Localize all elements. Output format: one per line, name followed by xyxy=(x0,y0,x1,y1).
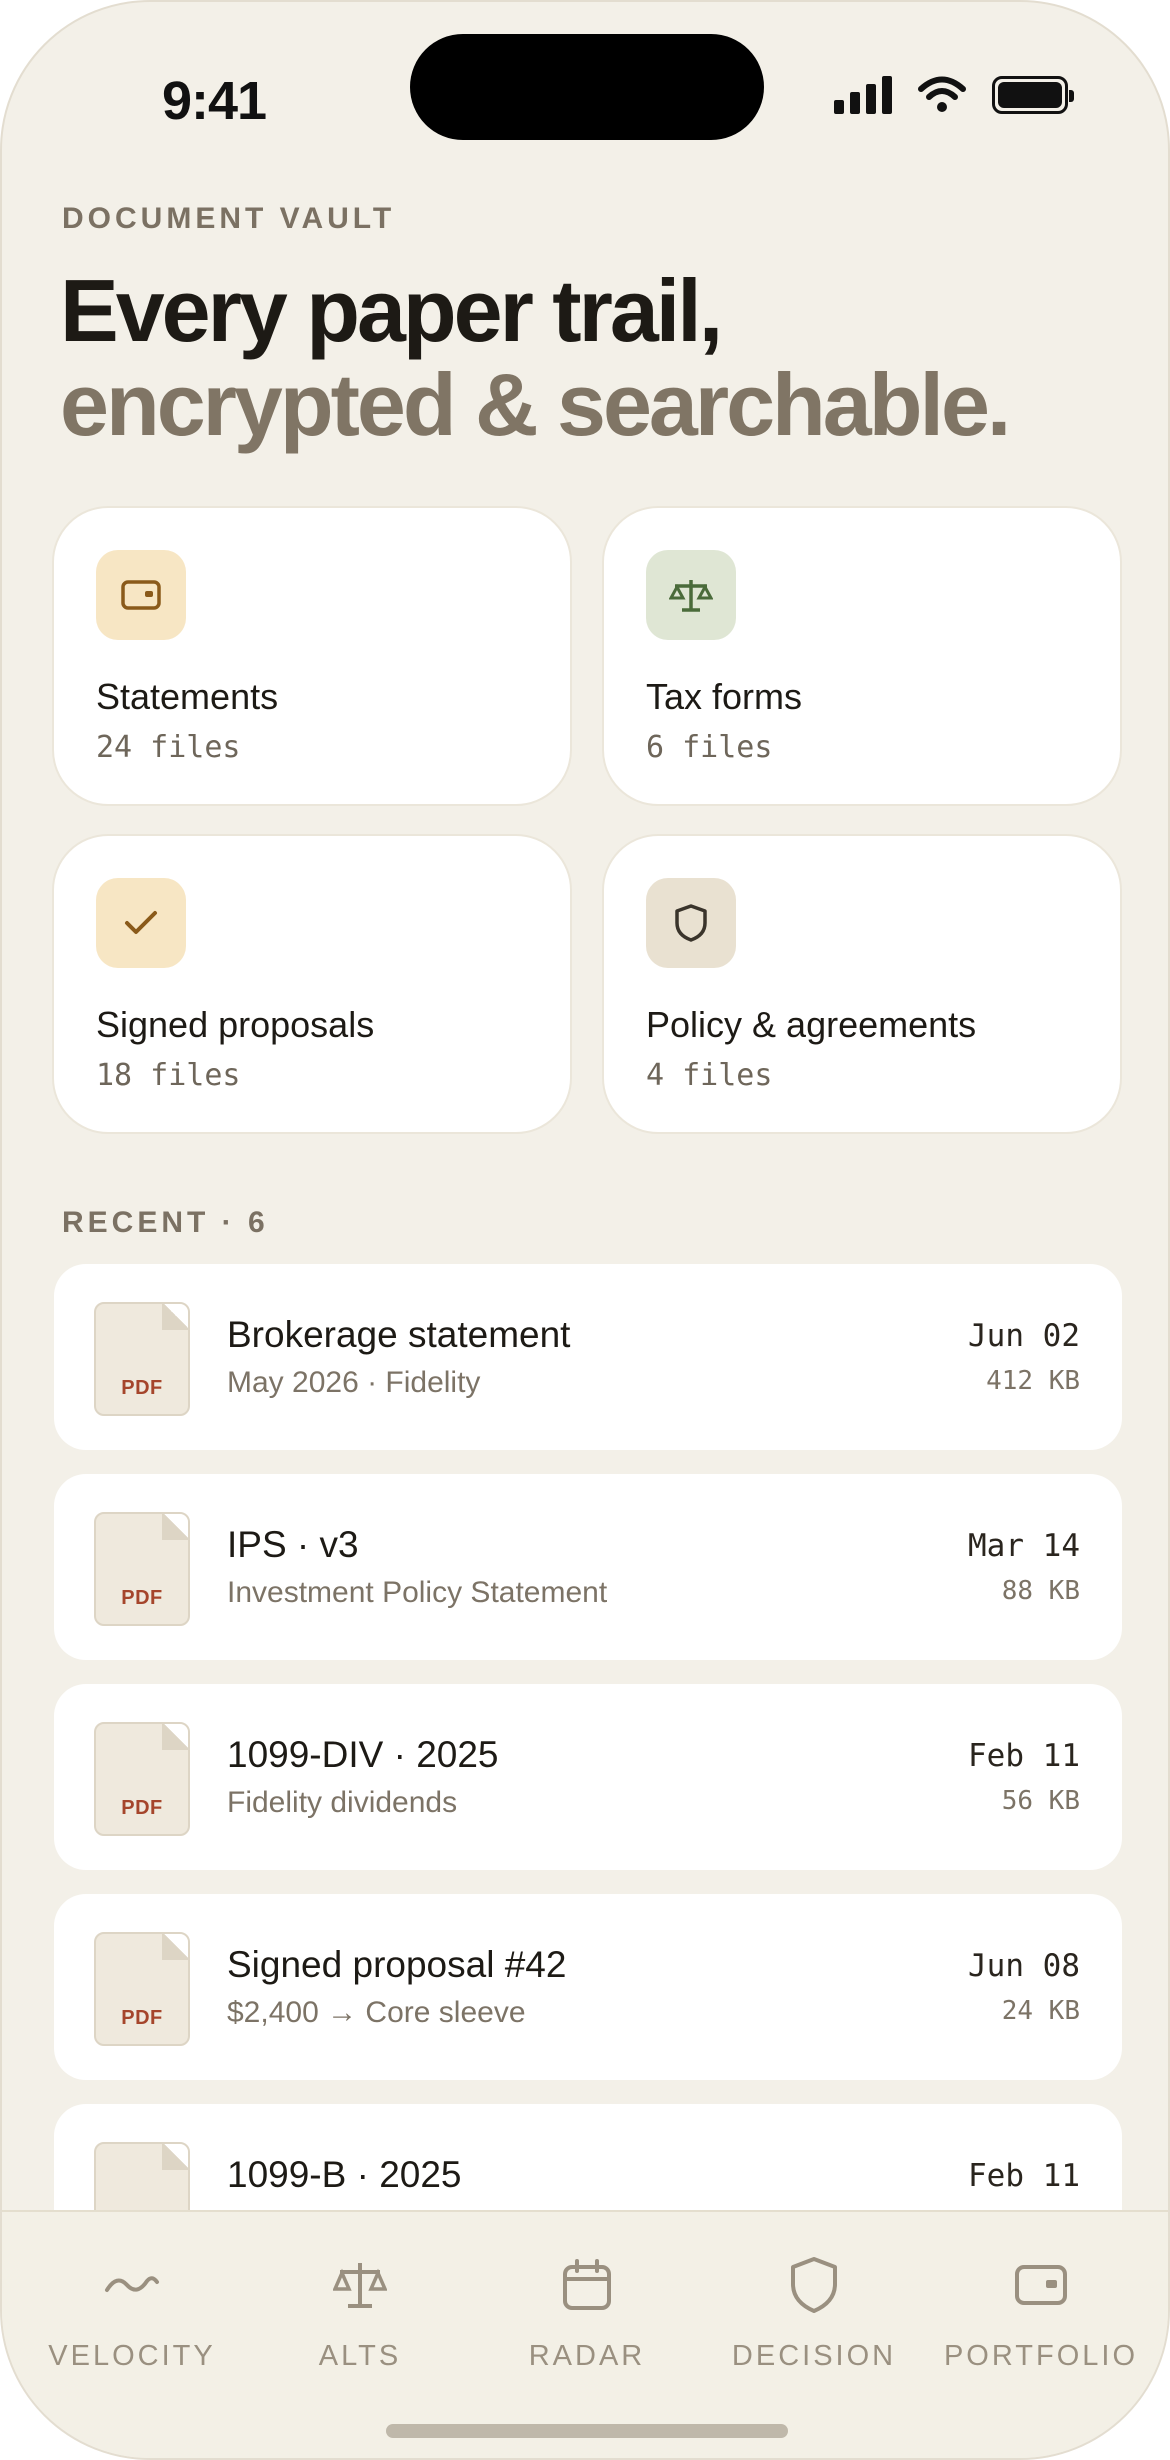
wifi-icon xyxy=(918,76,966,112)
category-title: Signed proposals xyxy=(96,1004,375,1045)
tab-radar[interactable]: RADAR xyxy=(472,2250,702,2373)
shield-icon xyxy=(646,878,736,968)
file-title: Signed proposal #42 xyxy=(227,1944,567,1985)
category-title: Policy & agreements xyxy=(646,1004,977,1045)
page-title-line-2: encrypted & searchable. xyxy=(60,355,1011,454)
recent-file-row[interactable]: PDF IPS · v3 Investment Policy Statement… xyxy=(54,1474,1122,1660)
tab-velocity[interactable]: VELOCITY xyxy=(17,2250,247,2373)
category-count: 18 files xyxy=(96,1058,241,1093)
category-card-tax-forms[interactable]: Tax forms 6 files xyxy=(602,506,1122,806)
file-date: Jun 08 xyxy=(968,1948,1080,1984)
file-subtitle: Fidelity dividends xyxy=(227,1786,458,1819)
pdf-file-icon: PDF xyxy=(94,1722,190,1836)
calendar-icon xyxy=(563,2259,611,2310)
file-subtitle: Investment Policy Statement xyxy=(227,1576,608,1609)
file-title: IPS · v3 xyxy=(227,1524,359,1565)
file-size: 88 KB xyxy=(1001,1576,1080,1606)
page-title-line-1: Every paper trail, xyxy=(60,261,723,360)
wallet-icon xyxy=(96,550,186,640)
file-type-tag: PDF xyxy=(121,1587,163,1609)
pdf-file-icon: PDF xyxy=(94,1512,190,1626)
file-title: 1099-B · 2025 xyxy=(227,2154,462,2195)
section-eyebrow: DOCUMENT VAULT xyxy=(62,202,396,235)
scale-icon xyxy=(333,2263,387,2308)
category-title: Tax forms xyxy=(646,676,803,717)
status-icons xyxy=(834,76,1074,114)
category-card-policy-agreements[interactable]: Policy & agreements 4 files xyxy=(602,834,1122,1134)
recent-file-row[interactable]: PDF Brokerage statement May 2026 · Fidel… xyxy=(54,1264,1122,1450)
checkmark-icon xyxy=(96,878,186,968)
recent-section-label: RECENT · 6 xyxy=(62,1206,269,1239)
file-date: Mar 14 xyxy=(968,1528,1080,1564)
battery-icon xyxy=(992,76,1074,114)
tab-label: RADAR xyxy=(528,2340,646,2372)
tab-label: PORTFOLIO xyxy=(943,2340,1139,2372)
cellular-signal-icon xyxy=(834,76,892,114)
home-indicator[interactable] xyxy=(386,2424,788,2438)
shield-icon xyxy=(791,2257,837,2313)
file-type-tag: PDF xyxy=(121,1377,163,1399)
file-size: 412 KB xyxy=(986,1366,1080,1396)
recent-file-row[interactable]: PDF Signed proposal #42 $2,400 → Core sl… xyxy=(54,1894,1122,2080)
tab-label: ALTS xyxy=(318,2340,402,2372)
file-date: Feb 11 xyxy=(968,2158,1080,2194)
bottom-tab-bar: VELOCITY ALTS RADAR DECISION PORTFOLIO xyxy=(2,2210,1168,2458)
scale-icon xyxy=(646,550,736,640)
recent-file-row[interactable]: PDF 1099-DIV · 2025 Fidelity dividends F… xyxy=(54,1684,1122,1870)
category-title: Statements xyxy=(96,676,279,717)
file-subtitle: May 2026 · Fidelity xyxy=(227,1366,481,1399)
wave-icon xyxy=(105,2276,159,2292)
tab-portfolio[interactable]: PORTFOLIO xyxy=(926,2250,1156,2373)
phone-screen: 9:41 DOCUMENT VAULT Every paper trail, e… xyxy=(0,0,1170,2460)
file-size: 56 KB xyxy=(1001,1786,1080,1816)
wallet-icon xyxy=(1015,2265,1067,2305)
dynamic-island xyxy=(410,34,764,140)
tab-alts[interactable]: ALTS xyxy=(245,2250,475,2373)
category-count: 24 files xyxy=(96,730,241,765)
file-date: Jun 02 xyxy=(968,1318,1080,1354)
pdf-file-icon: PDF xyxy=(94,1932,190,2046)
file-title: Brokerage statement xyxy=(227,1314,571,1355)
file-type-tag: PDF xyxy=(121,2007,163,2029)
file-type-tag: PDF xyxy=(121,1797,163,1819)
category-card-signed-proposals[interactable]: Signed proposals 18 files xyxy=(52,834,572,1134)
status-time: 9:41 xyxy=(162,71,267,131)
file-size: 24 KB xyxy=(1001,1996,1080,2026)
category-count: 6 files xyxy=(646,730,773,765)
tab-label: DECISION xyxy=(731,2340,897,2372)
file-title: 1099-DIV · 2025 xyxy=(227,1734,499,1775)
category-card-statements[interactable]: Statements 24 files xyxy=(52,506,572,806)
tab-label: VELOCITY xyxy=(48,2340,216,2372)
tab-decision[interactable]: DECISION xyxy=(699,2250,929,2373)
page-title: Every paper trail, encrypted & searchabl… xyxy=(60,261,1011,454)
file-subtitle: $2,400 → Core sleeve xyxy=(227,1996,526,2029)
pdf-file-icon: PDF xyxy=(94,1302,190,1416)
recent-files-list: PDF Brokerage statement May 2026 · Fidel… xyxy=(54,1264,1122,2314)
category-count: 4 files xyxy=(646,1058,773,1093)
file-date: Feb 11 xyxy=(968,1738,1080,1774)
